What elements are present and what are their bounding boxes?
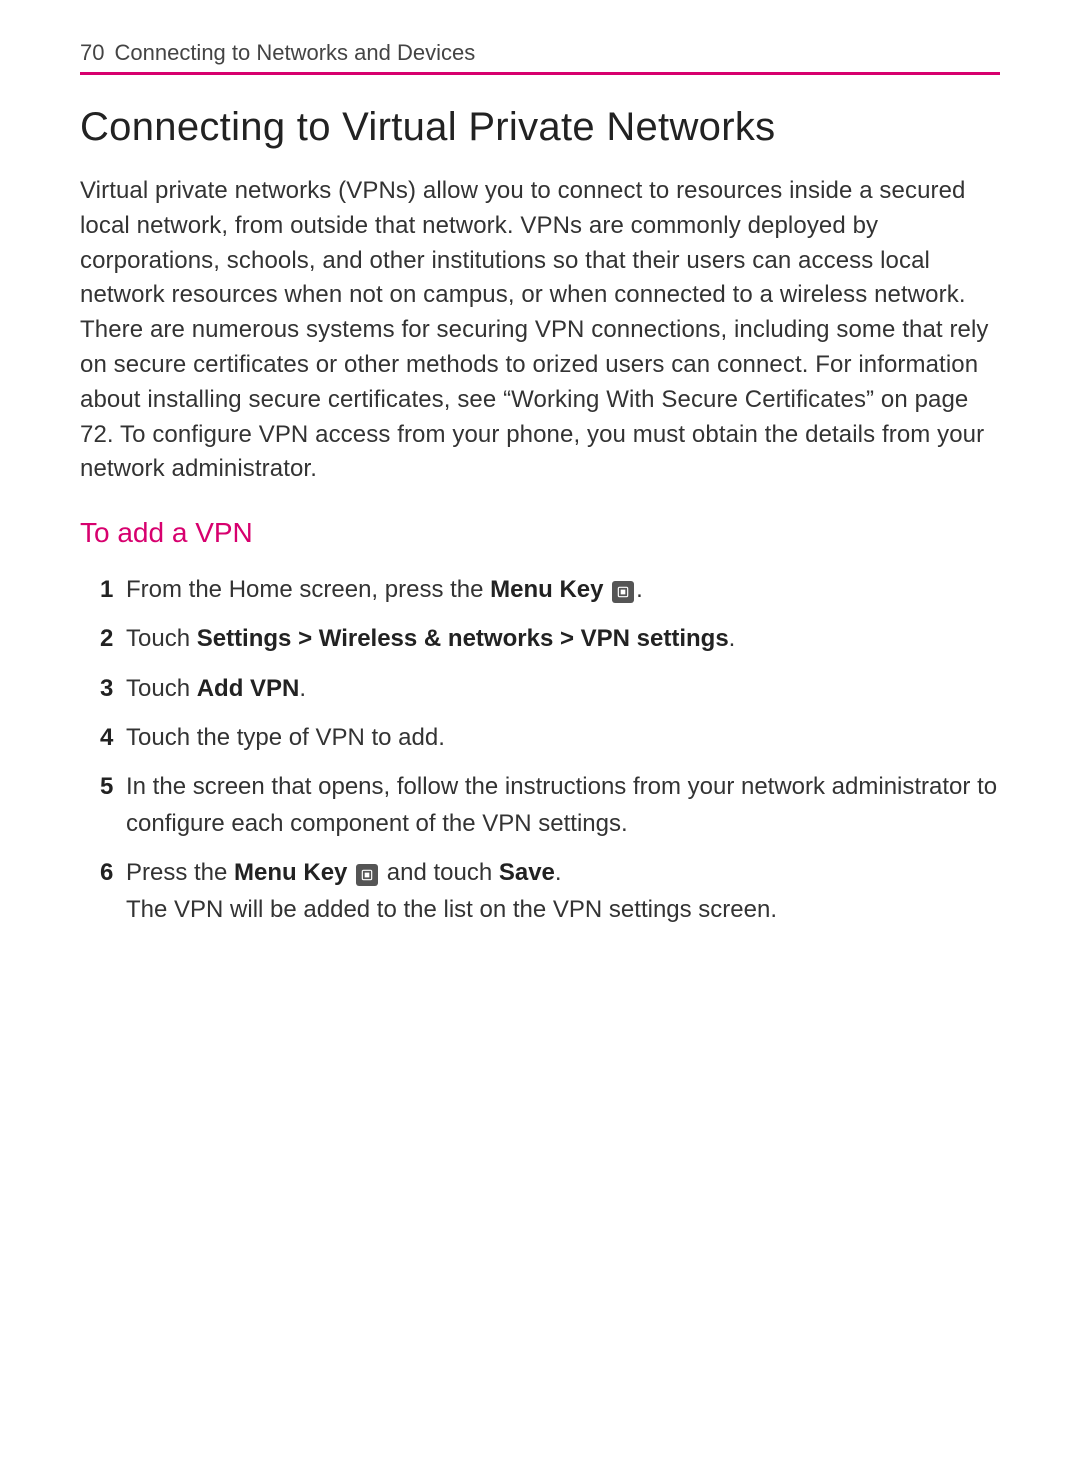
menu-key-icon [612,581,634,603]
step-text-post: . [636,576,643,603]
intro-paragraph: Virtual private networks (VPNs) allow yo… [80,174,1000,487]
step-bold: Settings > Wireless & networks > VPN set… [197,625,729,652]
step-text-post: . [299,675,306,702]
step-1: From the Home screen, press the Menu Key… [100,571,1000,608]
subheading-add-vpn: To add a VPN [80,517,1000,549]
step-text: Touch [126,675,197,702]
step-text: Touch the type of VPN to add. [126,724,445,751]
step-text-post: . [729,625,736,652]
step-4: Touch the type of VPN to add. [100,719,1000,756]
step-3: Touch Add VPN. [100,670,1000,707]
step-2: Touch Settings > Wireless & networks > V… [100,620,1000,657]
step-bold: Add VPN [197,675,300,702]
menu-key-icon [356,864,378,886]
step-text: From the Home screen, press the [126,576,490,603]
step-6: Press the Menu Key and touch Save. The V… [100,854,1000,928]
step-text: Press the [126,859,234,886]
manual-page: 70 Connecting to Networks and Devices Co… [0,0,1080,981]
step-text-mid: and touch [380,859,499,886]
page-number: 70 [80,40,104,66]
step-bold: Menu Key [490,576,603,603]
step-bold: Menu Key [234,859,347,886]
step-bold-save: Save [499,859,555,886]
section-title: Connecting to Networks and Devices [114,40,475,66]
step-text: Touch [126,625,197,652]
page-header: 70 Connecting to Networks and Devices [80,40,1000,75]
page-title: Connecting to Virtual Private Networks [80,105,1000,150]
step-text: In the screen that opens, follow the ins… [126,773,997,837]
steps-list: From the Home screen, press the Menu Key… [80,571,1000,929]
step-5: In the screen that opens, follow the ins… [100,768,1000,842]
step-text-post: . [555,859,562,886]
step-text-line2: The VPN will be added to the list on the… [126,896,777,923]
